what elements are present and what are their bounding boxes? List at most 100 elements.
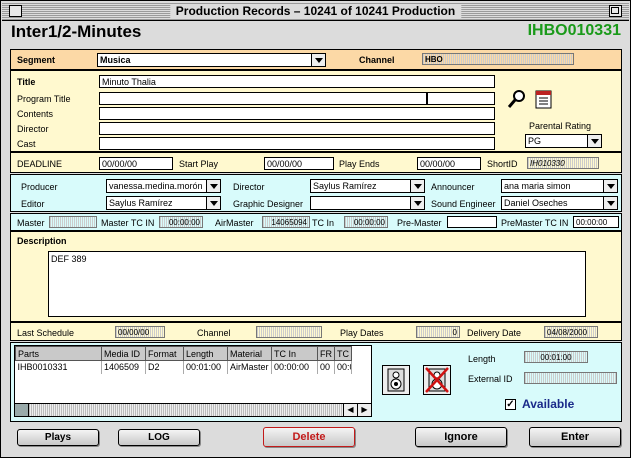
column-header[interactable]: Media ID xyxy=(101,346,146,361)
available-checkbox[interactable]: ✓ xyxy=(505,399,516,410)
chevron-down-icon xyxy=(206,197,220,209)
speaker-icon xyxy=(387,368,405,392)
scroll-thumb[interactable] xyxy=(15,404,29,416)
close-box-icon[interactable] xyxy=(9,5,22,17)
table-cell: 00:0 xyxy=(334,360,352,374)
director-field[interactable] xyxy=(99,122,495,135)
parental-rating-label: Parental Rating xyxy=(529,121,592,131)
cast-label: Cast xyxy=(17,139,36,149)
zoom-box-icon[interactable] xyxy=(609,5,622,17)
contents-label: Contents xyxy=(17,109,54,119)
enter-button[interactable]: Enter xyxy=(529,427,621,447)
title-label: Title xyxy=(17,77,36,87)
production-records-window: Production Records – 10241 of 10241 Prod… xyxy=(0,0,631,458)
channel-label: Channel xyxy=(359,55,395,65)
announcer-dropdown[interactable]: ana maria simon xyxy=(501,179,618,193)
scroll-right-icon[interactable]: ▶ xyxy=(357,404,371,416)
column-header[interactable]: Length xyxy=(183,346,228,361)
deadline-panel: DEADLINE 00/00/00 Start Play 00/00/00 Pl… xyxy=(10,152,622,173)
description-textarea[interactable]: DEF 389 xyxy=(48,251,586,317)
play-ends-field[interactable]: 00/00/00 xyxy=(417,157,481,170)
available-label: Available xyxy=(522,397,575,411)
deadline-field[interactable]: 00/00/00 xyxy=(99,157,173,170)
table-cell: 00 xyxy=(317,360,335,374)
table-cell: IHB0010331 xyxy=(15,360,102,374)
horizontal-scrollbar[interactable]: ◀ ▶ xyxy=(15,403,371,416)
premaster-tc-in-field[interactable]: 00:00:00 xyxy=(573,216,619,228)
graphic-designer-dropdown[interactable] xyxy=(310,196,425,210)
sound-engineer-value: Daniel Oseches xyxy=(504,198,568,208)
start-play-field[interactable]: 00/00/00 xyxy=(264,157,334,170)
tc-in-label: TC In xyxy=(312,218,335,228)
contents-field[interactable] xyxy=(99,107,495,120)
delete-button[interactable]: Delete xyxy=(263,427,355,447)
page-title: Inter1/2-Minutes xyxy=(11,22,142,41)
column-header[interactable]: TC xyxy=(334,346,352,361)
column-header[interactable]: Format xyxy=(145,346,184,361)
chevron-down-icon xyxy=(603,197,617,209)
master-tc-in-label: Master TC IN xyxy=(101,218,155,228)
editor-dropdown[interactable]: Saylus Ramírez xyxy=(106,196,221,210)
speaker-button[interactable] xyxy=(382,365,410,395)
schedule-channel-label: Channel xyxy=(197,328,231,338)
crew-panel: Producer vanessa.medina.morón Director S… xyxy=(10,174,622,212)
calendar-icon[interactable] xyxy=(535,89,553,109)
announcer-value: ana maria simon xyxy=(504,181,571,191)
crew-director-label: Director xyxy=(233,182,265,192)
premaster-tc-in-label: PreMaster TC IN xyxy=(501,218,569,228)
channel-value: HBO xyxy=(422,53,574,65)
parts-table: Parts Media ID Format Length Material TC… xyxy=(15,346,352,374)
chevron-down-icon xyxy=(603,180,617,192)
table-cell: AirMaster xyxy=(227,360,272,374)
last-schedule-value: 00/00/00 xyxy=(115,326,165,338)
pre-master-field[interactable] xyxy=(447,216,497,228)
parental-rating-dropdown[interactable]: PG xyxy=(525,134,602,148)
delivery-date-value: 04/08/2000 xyxy=(544,326,598,338)
parts-table-container: Parts Media ID Format Length Material TC… xyxy=(14,345,372,417)
segment-dropdown[interactable]: Musica xyxy=(97,53,326,67)
graphic-designer-label: Graphic Designer xyxy=(233,199,304,209)
speaker-muted-button[interactable] xyxy=(423,365,451,395)
deadline-label: DEADLINE xyxy=(17,159,63,169)
delivery-date-label: Delivery Date xyxy=(467,328,522,338)
play-dates-label: Play Dates xyxy=(340,328,384,338)
air-master-value: 14065094 xyxy=(262,216,310,228)
speaker-muted-icon xyxy=(425,367,449,393)
log-button[interactable]: LOG xyxy=(118,429,200,446)
play-dates-value: 0 xyxy=(416,326,460,338)
column-header[interactable]: TC In xyxy=(271,346,318,361)
column-header[interactable]: FR xyxy=(317,346,335,361)
external-id-label: External ID xyxy=(468,374,513,384)
parts-panel: Parts Media ID Format Length Material TC… xyxy=(10,342,622,422)
parental-rating-value: PG xyxy=(528,136,542,146)
play-ends-label: Play Ends xyxy=(339,159,380,169)
editor-label: Editor xyxy=(21,199,45,209)
schedule-panel: Last Schedule 00/00/00 Channel Play Date… xyxy=(10,322,622,341)
table-cell: 00:00:00 xyxy=(271,360,318,374)
column-header[interactable]: Material xyxy=(227,346,272,361)
cast-field[interactable] xyxy=(99,137,495,150)
segment-panel: Segment Musica Channel HBO xyxy=(10,49,622,70)
last-schedule-label: Last Schedule xyxy=(17,328,75,338)
master-tc-in-value: 00:00:00 xyxy=(159,216,203,228)
scroll-left-icon[interactable]: ◀ xyxy=(343,404,357,416)
table-row[interactable]: IHB0010331 1406509 D2 00:01:00 AirMaster… xyxy=(15,360,352,374)
producer-value: vanessa.medina.morón xyxy=(109,181,203,191)
column-header[interactable]: Parts xyxy=(15,346,102,361)
ignore-button[interactable]: Ignore xyxy=(415,427,507,447)
master-label: Master xyxy=(17,218,45,228)
program-title-extra-field[interactable] xyxy=(427,92,495,105)
sound-engineer-dropdown[interactable]: Daniel Oseches xyxy=(501,196,618,210)
title-bar[interactable]: Production Records – 10241 of 10241 Prod… xyxy=(2,2,629,21)
program-title-field[interactable] xyxy=(99,92,427,105)
segment-value: Musica xyxy=(100,55,131,65)
titles-panel: Title Minuto Thalia Program Title Conten… xyxy=(10,70,622,152)
search-icon[interactable] xyxy=(507,89,527,109)
short-id-label: ShortID xyxy=(487,159,518,169)
tc-in-value: 00:00:00 xyxy=(344,216,388,228)
crew-director-dropdown[interactable]: Saylus Ramírez xyxy=(310,179,425,193)
plays-button[interactable]: Plays xyxy=(17,429,99,446)
title-field[interactable]: Minuto Thalia xyxy=(99,75,495,88)
window-title: Production Records – 10241 of 10241 Prod… xyxy=(169,4,462,18)
producer-dropdown[interactable]: vanessa.medina.morón xyxy=(106,179,221,193)
